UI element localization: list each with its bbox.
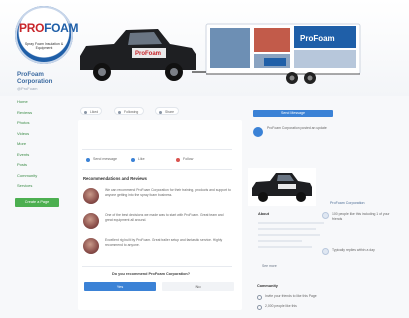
share-label: Share <box>165 110 175 114</box>
about-line <box>258 234 320 236</box>
nav-item-posts[interactable]: Posts <box>17 160 63 171</box>
about-lines <box>258 222 328 252</box>
follow-label: Follow <box>183 157 194 161</box>
nav-item-services[interactable]: Services <box>17 181 63 192</box>
community-item-label: 2,000 people like this <box>265 304 297 308</box>
likes-icon <box>322 212 329 219</box>
review-text: We can recommend ProFoam Corporation for… <box>105 188 231 197</box>
side-likes-text: 100 people like this including 1 of your… <box>332 212 390 221</box>
about-see-more-link[interactable]: See more <box>262 264 277 268</box>
about-title: About <box>258 212 269 216</box>
side-page-name[interactable]: ProFoam Corporation <box>330 201 365 205</box>
follow-action[interactable]: Follow <box>176 157 194 162</box>
liked-button[interactable]: Liked <box>80 107 102 115</box>
send-message-label: Send message <box>93 157 117 161</box>
left-nav: Home Reviews Photos Videos More Events P… <box>17 97 63 192</box>
trailer-graphic: ProFoam <box>192 23 361 84</box>
page-handle: @ProFoam <box>17 86 38 91</box>
nav-item-photos[interactable]: Photos <box>17 118 63 129</box>
thumbs-up-icon <box>257 305 262 310</box>
divider <box>82 266 232 267</box>
page-name-line1: ProFoam <box>17 71 44 78</box>
like-label: Like <box>138 157 145 161</box>
page-name-line2: Corporation <box>17 78 53 85</box>
send-message-action[interactable]: Send message <box>86 157 117 162</box>
about-line <box>258 228 316 230</box>
right-post[interactable]: ProFoam Corporation posted an update <box>253 122 348 168</box>
liked-label: Liked <box>90 110 99 114</box>
nav-item-community[interactable]: Community <box>17 171 63 182</box>
review-item[interactable]: One of the best decisions we made was to… <box>83 211 233 233</box>
right-post-text: ProFoam Corporation posted an update <box>267 126 327 130</box>
review-text: One of the best decisions we made was to… <box>105 213 224 222</box>
logo-subtitle: Spray Foam Insulation & Equipment <box>24 42 64 50</box>
reviewer-avatar <box>83 238 99 254</box>
about-line <box>258 246 312 248</box>
rss-icon <box>118 110 121 114</box>
share-icon <box>159 110 162 114</box>
page-avatar-icon <box>253 127 263 137</box>
nav-item-more[interactable]: More <box>17 139 63 150</box>
page: PROFOAM Spray Foam Insulation & Equipmen… <box>0 0 409 318</box>
cover-photo[interactable]: ProFoam ProFoam <box>74 20 364 92</box>
community-title: Community <box>257 284 278 288</box>
svg-text:ProFoam: ProFoam <box>300 34 335 43</box>
follow-icon <box>176 158 180 162</box>
side-response-text: Typically replies within a day <box>332 248 375 252</box>
page-action-tabs: Liked Following Share <box>80 107 235 117</box>
truck-graphic: ProFoam <box>80 29 196 81</box>
reviewer-avatar <box>83 188 99 204</box>
create-page-button[interactable]: Create a Page <box>15 198 59 207</box>
messenger-icon <box>86 158 90 162</box>
send-message-button[interactable]: Send Message <box>253 110 333 117</box>
invite-icon <box>257 295 262 300</box>
photo-card[interactable] <box>248 168 316 206</box>
recommend-no-button[interactable]: No <box>162 282 234 291</box>
divider <box>82 169 232 170</box>
following-label: Following <box>124 110 139 114</box>
svg-text:ProFoam: ProFoam <box>135 51 161 57</box>
review-item[interactable]: Excellent rig built by ProFoam. Great tr… <box>83 236 233 258</box>
page-name[interactable]: ProFoam Corporation <box>17 71 52 85</box>
chat-icon <box>322 248 329 255</box>
recommend-question: Do you recommend ProFoam Corporation? <box>112 272 191 276</box>
logo-wordmark: PROFOAM <box>19 21 79 35</box>
recommend-yes-button[interactable]: Yes <box>84 282 156 291</box>
like-action[interactable]: Like <box>131 157 145 162</box>
nav-item-home[interactable]: Home <box>17 97 63 108</box>
reviewer-avatar <box>83 213 99 229</box>
share-button[interactable]: Share <box>155 107 179 115</box>
community-item-label: Invite your friends to like this Page <box>265 294 317 298</box>
like-icon <box>131 158 135 162</box>
recommendations-title: Recommendations and Reviews <box>83 176 147 181</box>
community-item[interactable]: 2,000 people like this <box>257 304 397 312</box>
nav-item-reviews[interactable]: Reviews <box>17 108 63 119</box>
logo-pro: PRO <box>19 21 45 35</box>
truck-photo-thumbnail <box>248 168 316 206</box>
nav-item-videos[interactable]: Videos <box>17 129 63 140</box>
divider <box>82 149 232 150</box>
review-text: Excellent rig built by ProFoam. Great tr… <box>105 238 223 247</box>
profile-logo[interactable]: PROFOAM Spray Foam Insulation & Equipmen… <box>15 6 79 64</box>
community-item[interactable]: Invite your friends to like this Page <box>257 294 397 302</box>
about-line <box>258 222 324 224</box>
about-line <box>258 240 302 242</box>
review-item[interactable]: We can recommend ProFoam Corporation for… <box>83 186 233 208</box>
thumbs-up-icon <box>84 110 87 114</box>
following-button[interactable]: Following <box>114 107 144 115</box>
nav-item-events[interactable]: Events <box>17 150 63 161</box>
